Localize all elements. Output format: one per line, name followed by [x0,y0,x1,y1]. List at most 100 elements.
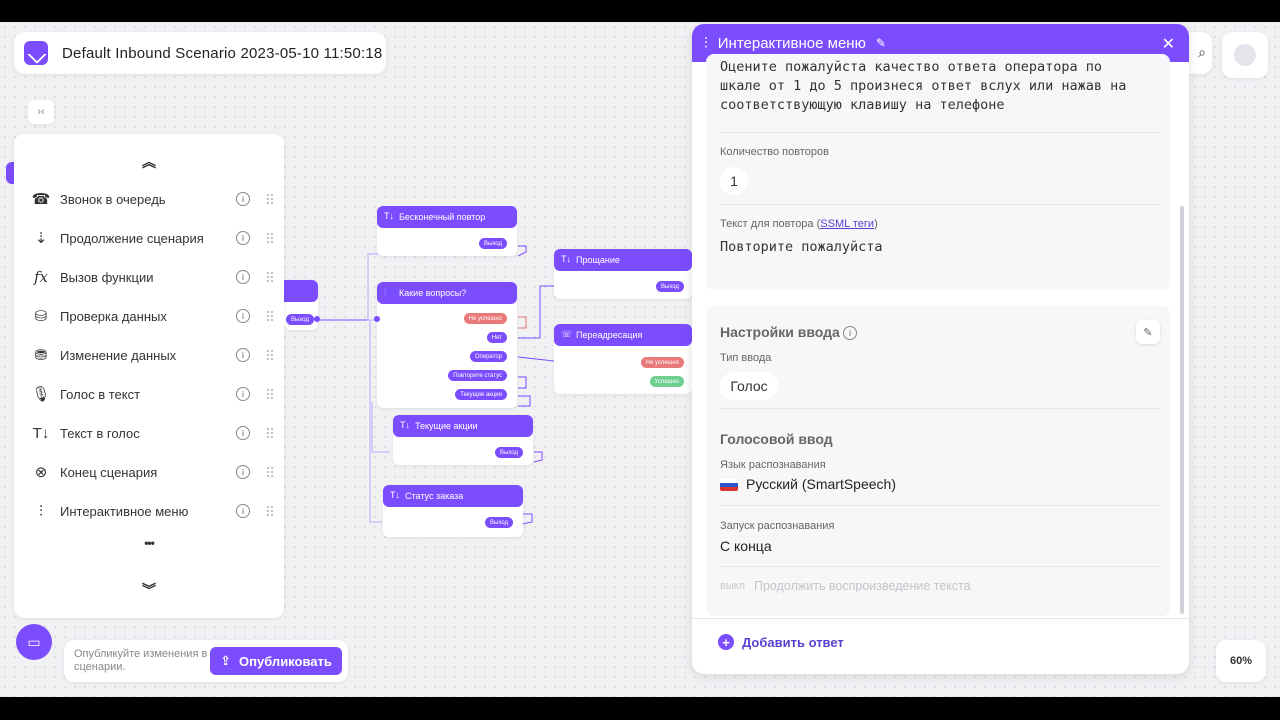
recognition-language-label: Язык распознавания [720,459,826,471]
drag-handle-icon[interactable] [266,349,274,361]
drag-handle-icon[interactable] [266,193,274,205]
add-answer-label: Добавить ответ [742,634,844,650]
edit-title-icon[interactable]: ✎ [876,36,886,50]
drag-handle-icon[interactable] [266,232,274,244]
output-pill-promos[interactable]: Текущие акции [455,389,507,400]
output-pill-operator[interactable]: Оператор [469,351,507,362]
upload-icon: ⇪ [220,653,232,668]
node-current-promos[interactable]: T↓ Текущие акции Выход [393,415,533,465]
node-output-port[interactable] [314,316,320,322]
drag-handle-icon[interactable] [266,310,274,322]
info-icon[interactable]: i [236,387,250,401]
info-icon[interactable]: i [236,309,250,323]
output-pill-fail[interactable]: Не успешно [463,313,507,324]
node-output-pill[interactable]: Выход [495,447,523,458]
node-output-pill[interactable]: Выход [656,281,684,292]
drag-handle-icon[interactable] [266,466,274,478]
publish-button[interactable]: ⇪ Опубликовать [210,647,342,675]
node-which-questions[interactable]: ⫶ Какие вопросы? Не успешно Нет Оператор… [374,282,517,408]
node-current-promos-head: T↓ Текущие акции [393,415,533,437]
recognition-start-field[interactable]: С конца [720,538,772,554]
drag-handle-icon[interactable] [266,388,274,400]
repeat-count-field[interactable]: 1 [720,167,748,195]
repeat-text-field[interactable]: Повторите пожалуйста [720,239,883,255]
info-icon[interactable]: i [236,348,250,362]
prompt-section: Оцените пожалуйста качество ответа опера… [706,54,1170,290]
node-output-pill[interactable]: Выход [286,314,314,325]
recognition-language-value: Русский (SmartSpeech) [746,476,896,492]
node-output-pill[interactable]: Выход [485,517,513,528]
sidebar-item-continue-scenario[interactable]: ⇣ Продолжение сценария i [30,223,274,253]
add-answer-button[interactable]: + Добавить ответ [718,634,844,650]
close-icon[interactable]: ✕ [1162,34,1175,54]
data-check-icon: ⛁ [34,308,48,325]
node-partial-left-head [284,280,318,302]
info-icon[interactable]: i [236,465,250,479]
voice-input-title: Голосовой ввод [720,431,833,447]
sidebar-item-data-edit[interactable]: ⛃ Изменение данных i [30,340,274,370]
node-input-port[interactable] [374,316,380,322]
output-pill-success[interactable]: Успешно [649,376,684,387]
info-icon[interactable]: i [236,270,250,284]
node-farewell[interactable]: T↓ Прощание Выход [554,249,692,299]
node-redirect[interactable]: ☏ Переадресация Не успешно Успешно [554,324,692,394]
queue-call-icon: ☎ [31,191,51,208]
info-icon[interactable]: i [236,192,250,206]
output-pill-fail[interactable]: Не успешно [640,357,684,368]
sidebar-item-label: Интерактивное меню [60,503,189,519]
sidebar-item-label: Продолжение сценария [60,230,204,246]
sidebar-item-speech-to-text[interactable]: 🎙 Голос в текст i [30,379,274,409]
text-to-speech-icon: T↓ [400,420,410,430]
panel-title: Интерактивное меню [717,34,866,52]
speech-to-text-icon: 🎙 [31,386,51,403]
search-icon[interactable]: ⌕ [1198,44,1206,61]
info-icon[interactable]: i [236,231,250,245]
sidebar-item-end-scenario[interactable]: ⊗ Конец сценария i [30,457,274,487]
interactive-menu-icon: ⫶ [384,287,387,297]
sidebar-item-text-to-speech[interactable]: T↓ Текст в голос i [30,418,274,448]
divider [720,566,1160,567]
node-output-pill[interactable]: Выход [479,238,507,249]
toggle-state[interactable]: выкл [720,580,745,592]
output-pill-repeat-status[interactable]: Повторите статус [448,370,507,381]
node-current-promos-title: Текущие акции [415,421,478,431]
sidebar-item-label: Текст в голос [60,425,140,441]
drag-handle-icon[interactable] [266,427,274,439]
ssml-tags-link[interactable]: SSML теги [820,218,874,230]
node-farewell-head: T↓ Прощание [554,249,692,271]
node-infinite-repeat-title: Бесконечный повтор [399,212,486,222]
sidebar-item-queue-call[interactable]: ☎ Звонок в очередь i [30,184,274,214]
divider [720,505,1160,506]
info-icon[interactable]: i [236,504,250,518]
input-settings-title: Настройки ввода [720,324,840,340]
info-icon[interactable]: i [236,426,250,440]
node-palette-sidebar: ︽ ☎ Звонок в очередь i ⇣ Продолжение сце… [14,134,284,618]
info-icon[interactable]: i [843,326,857,340]
scroll-up-icon[interactable]: ︽ [14,152,284,172]
interactive-menu-icon: ⫶ [704,34,708,52]
drag-handle-icon[interactable] [266,505,274,517]
node-order-status[interactable]: T↓ Статус заказа Выход [383,485,523,537]
divider [720,132,1160,133]
more-items-button[interactable]: ••• [14,536,284,550]
output-pill-no[interactable]: Нет [486,332,507,343]
node-partial-left[interactable]: Выход [284,280,320,330]
edit-input-settings-button[interactable]: ✎ [1136,320,1160,344]
panel-scrollbar[interactable] [1180,206,1184,614]
sidebar-item-data-check[interactable]: ⛁ Проверка данных i [30,301,274,331]
publish-bar: Опубликуйте изменения в сценарии. ⇪ Опуб… [64,640,348,682]
recognition-language-field[interactable]: Русский (SmartSpeech) [720,476,896,492]
sidebar-item-function-call[interactable]: fx Вызов функции i [30,262,274,292]
node-infinite-repeat[interactable]: T↓ Бесконечный повтор Выход [377,206,517,256]
sidebar-item-interactive-menu[interactable]: ⫶ Интерактивное меню i [30,496,274,526]
drag-handle-icon[interactable] [266,271,274,283]
input-type-chip[interactable]: Голос [720,372,778,400]
input-settings-section: Настройки ввода i ✎ Тип ввода Голос Голо… [706,306,1170,616]
scroll-down-icon[interactable]: ︾ [14,580,284,600]
user-avatar-card[interactable] [1222,32,1268,78]
chat-icon[interactable]: ▭ [16,624,52,660]
repeat-text-label-suffix: ) [874,218,878,230]
sidebar-item-label: Звонок в очередь [60,191,166,207]
zoom-level[interactable]: 60% [1216,640,1266,682]
prompt-text[interactable]: Оцените пожалуйста качество ответа опера… [720,58,1150,115]
